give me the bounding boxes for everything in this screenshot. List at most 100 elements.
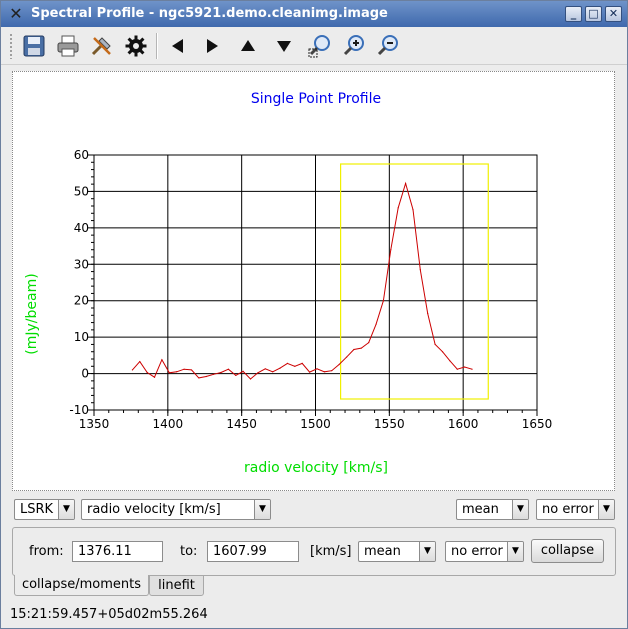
profile-point — [301, 362, 303, 364]
unit-label: [km/s] — [310, 544, 352, 559]
profile-point — [205, 375, 207, 378]
arrow-up-icon[interactable] — [233, 31, 263, 61]
profile-point — [441, 351, 444, 353]
profile-point — [390, 249, 392, 251]
x-tick-label: 1400 — [153, 417, 184, 431]
profile-point — [412, 209, 414, 211]
statistic-select-value: mean — [462, 502, 499, 517]
selection-box — [340, 163, 489, 400]
profile-point — [146, 371, 148, 374]
chevron-down-icon: ▼ — [598, 500, 614, 519]
profile-point — [331, 370, 333, 372]
collapse-panel: from: 1376.11 to: 1607.99 [km/s] mean ▼ … — [12, 527, 616, 576]
profile-point — [257, 372, 259, 374]
close-button[interactable]: ✕ — [605, 6, 622, 22]
minimize-button[interactable]: _ — [565, 6, 582, 22]
to-label: to: — [180, 544, 198, 559]
profile-point — [235, 374, 237, 376]
x-tick-label: 1350 — [79, 417, 110, 431]
print-icon[interactable] — [53, 31, 83, 61]
error-mode-select[interactable]: no error ▼ — [536, 499, 615, 520]
window-title: Spectral Profile - ngc5921.demo.cleanimg… — [31, 6, 388, 21]
profile-point — [308, 371, 311, 373]
statistic-select[interactable]: mean ▼ — [456, 499, 529, 520]
toolbar-grip[interactable] — [9, 33, 13, 59]
profile-point — [338, 363, 340, 366]
frame-select-value: LSRK — [20, 502, 54, 517]
maximize-button[interactable]: □ — [585, 6, 602, 22]
main-window: ✕ Spectral Profile - ngc5921.demo.cleani… — [0, 0, 628, 629]
y-tick-label: 10 — [74, 330, 89, 344]
profile-point — [434, 343, 436, 346]
profile-point — [286, 362, 289, 364]
to-input[interactable]: 1607.99 — [207, 541, 299, 562]
from-label: from: — [29, 544, 64, 559]
profile-point — [227, 368, 229, 370]
profile-point — [382, 300, 385, 302]
chevron-down-icon: ▼ — [507, 542, 523, 561]
gear-icon[interactable] — [121, 31, 151, 61]
y-tick-label: 50 — [74, 184, 89, 198]
profile-point — [183, 368, 185, 370]
profile-point — [153, 376, 156, 378]
profile-point — [279, 367, 281, 369]
y-tick-label: 30 — [74, 257, 89, 271]
profile-point — [176, 371, 178, 373]
y-axis-label: (mJy/beam) — [24, 273, 40, 354]
arrow-down-icon[interactable] — [269, 31, 299, 61]
collapse-method-value: mean — [364, 544, 401, 559]
spectral-profile-chart[interactable]: Single Point Profile radio velocity [km/… — [13, 72, 614, 490]
zoom-in-icon[interactable] — [339, 31, 369, 61]
plot-canvas[interactable]: Single Point Profile radio velocity [km/… — [12, 71, 615, 491]
save-icon[interactable] — [19, 31, 49, 61]
profile-point — [198, 377, 200, 379]
y-tick-label: -10 — [69, 403, 89, 417]
profile-point — [131, 369, 133, 371]
from-input[interactable]: 1376.11 — [72, 541, 163, 562]
x-tick-label: 1500 — [300, 417, 331, 431]
arrow-left-icon[interactable] — [163, 31, 193, 61]
profile-point — [345, 356, 348, 358]
profile-point — [242, 370, 244, 372]
collapse-error-value: no error — [451, 544, 503, 559]
collapse-button[interactable]: collapse — [531, 539, 604, 563]
y-tick-label: 20 — [74, 294, 89, 308]
chevron-down-icon: ▼ — [512, 500, 528, 519]
profile-point — [168, 372, 170, 374]
profile-point — [449, 360, 451, 362]
profile-point — [323, 371, 325, 373]
chevron-down-icon: ▼ — [419, 542, 435, 561]
status-bar: 15:21:59.457+05d02m55.264 — [10, 607, 208, 622]
profile-point — [316, 368, 318, 370]
axis-type-select[interactable]: radio velocity [km/s] ▼ — [81, 499, 271, 520]
error-mode-select-value: no error — [542, 502, 594, 517]
profile-line — [132, 181, 473, 380]
x-tick-label: 1550 — [374, 417, 405, 431]
title-bar[interactable]: ✕ Spectral Profile - ngc5921.demo.cleani… — [1, 1, 627, 27]
tools-icon[interactable] — [87, 31, 117, 61]
x-tick-label: 1650 — [522, 417, 553, 431]
zoom-fit-icon[interactable] — [305, 31, 335, 61]
profile-point — [360, 347, 362, 349]
toolbar — [1, 27, 627, 65]
casa-x-icon: ✕ — [9, 4, 23, 23]
collapse-error-select[interactable]: no error ▼ — [445, 541, 524, 562]
profile-point — [272, 371, 274, 373]
y-tick-label: 60 — [74, 148, 89, 162]
profile-point — [404, 182, 407, 185]
tab-linefit[interactable]: linefit — [149, 575, 204, 596]
profile-point — [471, 368, 473, 370]
profile-point — [220, 371, 222, 374]
profile-point — [294, 365, 296, 367]
collapse-method-select[interactable]: mean ▼ — [358, 541, 436, 562]
zoom-out-icon[interactable] — [373, 31, 403, 61]
profile-point — [456, 368, 458, 370]
profile-point — [264, 368, 266, 370]
profile-point — [427, 312, 429, 315]
toolbar-separator — [156, 33, 158, 59]
frame-select[interactable]: LSRK ▼ — [14, 499, 75, 520]
arrow-right-icon[interactable] — [197, 31, 227, 61]
tab-collapse-moments[interactable]: collapse/moments — [14, 575, 149, 596]
profile-point — [397, 207, 399, 209]
chart-title: Single Point Profile — [251, 91, 381, 107]
